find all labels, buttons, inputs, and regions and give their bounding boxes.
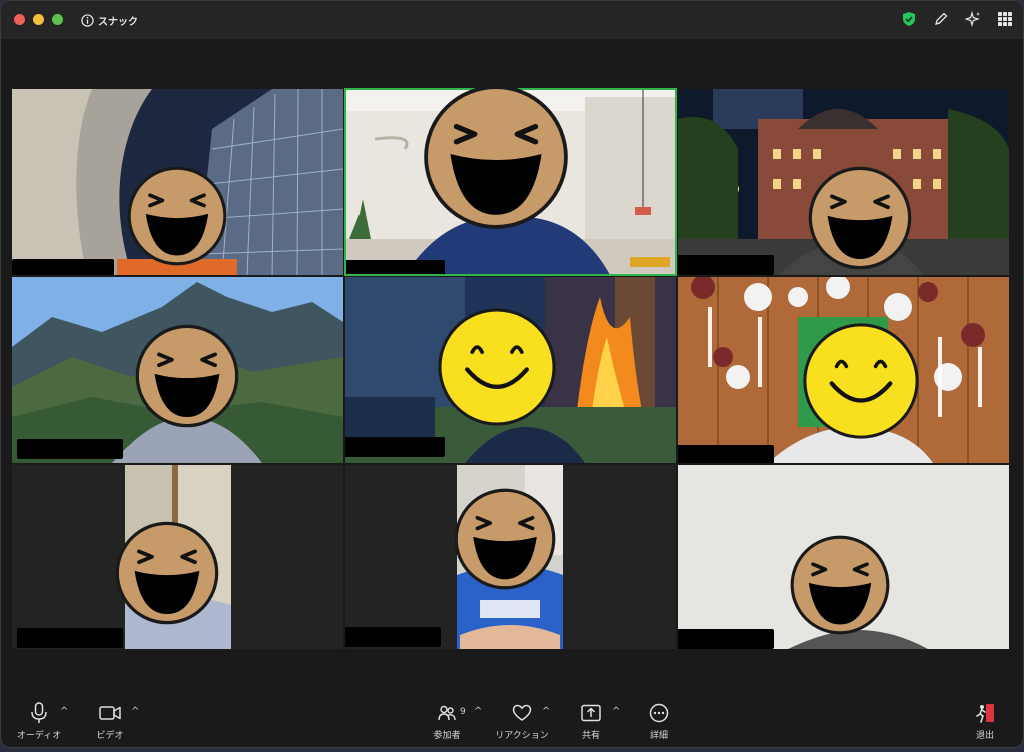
laughing-face-sticker <box>808 166 912 270</box>
reactions-options-caret[interactable]: ^ <box>542 706 550 717</box>
more-button[interactable]: 詳細 <box>624 702 694 741</box>
participant-name-bar <box>12 259 114 275</box>
participant-name-bar <box>678 255 774 275</box>
video-camera-icon <box>99 706 121 720</box>
leave-button[interactable]: 退出 <box>950 702 1020 741</box>
participants-options-caret[interactable]: ^ <box>474 706 482 717</box>
laughing-face-sticker <box>127 166 227 266</box>
participant-name-bar <box>17 628 123 648</box>
participant-name-bar <box>345 627 441 647</box>
laughing-face-sticker <box>135 324 239 428</box>
smiley-face-sticker <box>438 308 556 426</box>
audio-options-caret[interactable]: ^ <box>60 706 68 717</box>
participants-count: 9 <box>460 707 466 717</box>
share-label: 共有 <box>581 731 600 741</box>
laughing-face-sticker <box>790 535 890 635</box>
video-label: ビデオ <box>96 731 124 741</box>
more-label: 詳細 <box>649 731 668 741</box>
participant-name-bar <box>678 629 774 649</box>
participants-icon <box>438 705 456 721</box>
video-options-caret[interactable]: ^ <box>131 706 139 717</box>
reactions-label: リアクション <box>495 731 549 741</box>
heart-reaction-icon <box>512 704 532 721</box>
leave-meeting-icon <box>976 704 994 723</box>
more-options-icon <box>649 703 669 723</box>
share-screen-icon <box>581 704 601 722</box>
participants-button[interactable]: 参加者 <box>412 702 482 741</box>
participant-name-bar <box>345 260 445 275</box>
audio-label: オーディオ <box>16 731 62 741</box>
participant-name-bar <box>17 439 123 459</box>
laughing-face-sticker <box>115 521 219 625</box>
microphone-icon <box>31 702 47 723</box>
smiley-face-sticker <box>803 323 919 439</box>
meeting-toolbar: オーディオ ^ ビデオ ^ 参加者 9 ^ リアクション ^ 共有 ^ 詳細 退… <box>0 690 1024 746</box>
participants-label: 参加者 <box>433 731 461 741</box>
participant-name-bar <box>678 445 774 463</box>
participant-name-bar <box>345 437 445 457</box>
share-options-caret[interactable]: ^ <box>612 706 620 717</box>
laughing-face-sticker <box>424 85 568 229</box>
laughing-face-sticker <box>454 488 556 590</box>
leave-label: 退出 <box>975 731 994 741</box>
video-gallery <box>0 0 1024 752</box>
